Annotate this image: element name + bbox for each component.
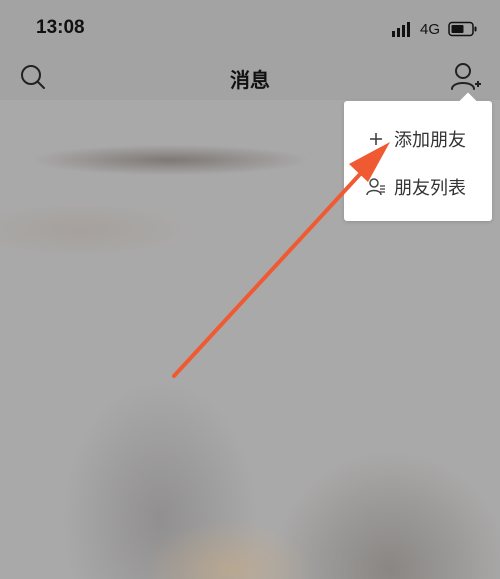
friend-list-icon [366,178,385,196]
status-time: 13:08 [36,17,85,38]
menu-item-label: 朋友列表 [394,178,466,199]
status-indicators: 4G [391,18,478,40]
nav-bar: 消息 [0,56,500,100]
plus-icon [370,133,382,145]
network-type: 4G [419,20,440,38]
battery-icon [448,21,477,37]
menu-item-friend-list[interactable]: 朋友列表 [344,163,492,211]
menu-item-label: 添加朋友 [394,130,466,151]
status-bar: 13:08 4G [0,0,500,56]
menu-item-add-friend[interactable]: 添加朋友 [344,115,492,163]
signal-icon [391,22,410,37]
page-title: 消息 [230,68,270,92]
dropdown-menu: 添加朋友 朋友列表 [344,101,492,221]
add-friend-icon[interactable] [448,60,482,94]
